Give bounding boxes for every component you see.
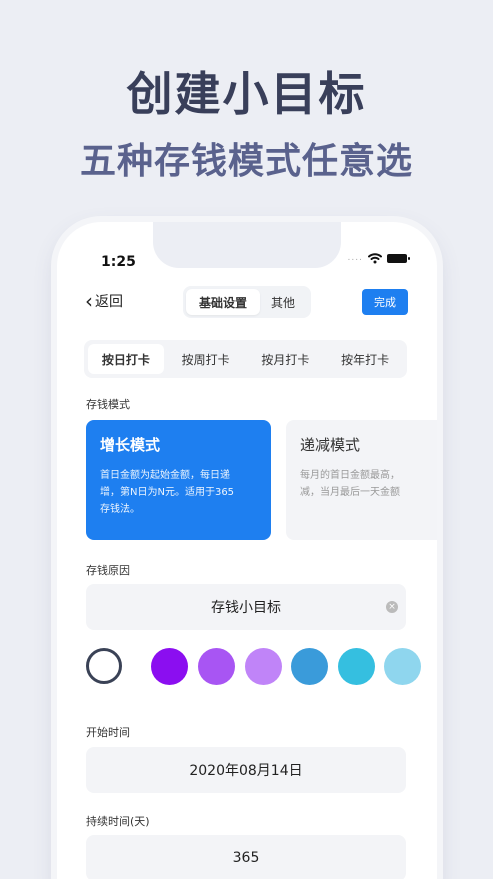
status-icons: .... (347, 252, 410, 264)
color-swatch-selected[interactable] (86, 648, 122, 684)
duration-label: 持续时间(天) (86, 815, 150, 828)
saving-reason-label: 存钱原因 (86, 564, 130, 577)
start-time-value: 2020年08月14日 (189, 763, 303, 779)
tab-monthly[interactable]: 按月打卡 (248, 344, 324, 374)
color-swatch[interactable] (198, 648, 235, 685)
battery-icon (387, 253, 410, 263)
color-swatch[interactable] (151, 648, 188, 685)
saving-reason-value: 存钱小目标 (211, 600, 281, 616)
tab-basic-settings[interactable]: 基础设置 (186, 289, 260, 315)
promo-subtitle: 五种存钱模式任意选 (79, 141, 413, 182)
color-swatch[interactable] (384, 648, 421, 685)
settings-tab-switch: 基础设置 其他 (183, 286, 311, 318)
color-swatch[interactable] (291, 648, 328, 685)
mode-description: 每月的首日金额最高， 减，当月最后一天金额 (300, 467, 437, 501)
phone-screen: 1:25 .... ‹ 返回 基础设置 其他 完成 按日打卡 按周打卡 按月打卡… (57, 222, 437, 879)
tab-other[interactable]: 其他 (260, 289, 306, 315)
mode-description: 首日金额为起始金额，每日递 增，第N日为N元。适用于365 存钱法。 (100, 467, 257, 518)
duration-input[interactable]: 365 (86, 835, 406, 879)
back-button[interactable]: ‹ 返回 (85, 291, 123, 311)
chevron-left-icon: ‹ (85, 289, 93, 313)
signal-icon: .... (347, 253, 363, 263)
nav-bar: ‹ 返回 基础设置 其他 完成 (57, 284, 437, 318)
mode-card-increasing[interactable]: 增长模式 首日金额为起始金额，每日递 增，第N日为N元。适用于365 存钱法。 (86, 420, 271, 540)
color-swatch[interactable] (245, 648, 282, 685)
saving-mode-label: 存钱模式 (86, 398, 130, 411)
phone-notch (153, 222, 341, 268)
status-time: 1:25 (101, 254, 136, 270)
tab-weekly[interactable]: 按周打卡 (168, 344, 244, 374)
tab-daily[interactable]: 按日打卡 (88, 344, 164, 374)
mode-desc-line: 减，当月最后一天金额 (300, 487, 400, 498)
mode-desc-line: 增，第N日为N元。适用于365 (100, 487, 235, 498)
clear-icon[interactable]: × (386, 601, 398, 613)
mode-desc-line: 首日金额为起始金额，每日递 (100, 470, 230, 481)
mode-desc-line: 每月的首日金额最高， (300, 470, 400, 481)
start-time-picker[interactable]: 2020年08月14日 (86, 747, 406, 793)
wifi-icon (368, 253, 382, 264)
mode-title: 递减模式 (300, 436, 361, 454)
color-picker (86, 648, 436, 688)
color-swatch[interactable] (338, 648, 375, 685)
tab-yearly[interactable]: 按年打卡 (327, 344, 403, 374)
start-time-label: 开始时间 (86, 726, 130, 739)
duration-value: 365 (232, 850, 260, 866)
done-button[interactable]: 完成 (362, 289, 408, 315)
mode-desc-line: 存钱法。 (100, 504, 140, 515)
back-label: 返回 (95, 294, 123, 310)
mode-title: 增长模式 (100, 436, 161, 454)
promo-title: 创建小目标 (126, 67, 367, 121)
saving-reason-input[interactable]: 存钱小目标 × (86, 584, 406, 630)
checkin-frequency-tabs: 按日打卡 按周打卡 按月打卡 按年打卡 (84, 340, 407, 378)
mode-card-decreasing[interactable]: 递减模式 每月的首日金额最高， 减，当月最后一天金额 (286, 420, 437, 540)
